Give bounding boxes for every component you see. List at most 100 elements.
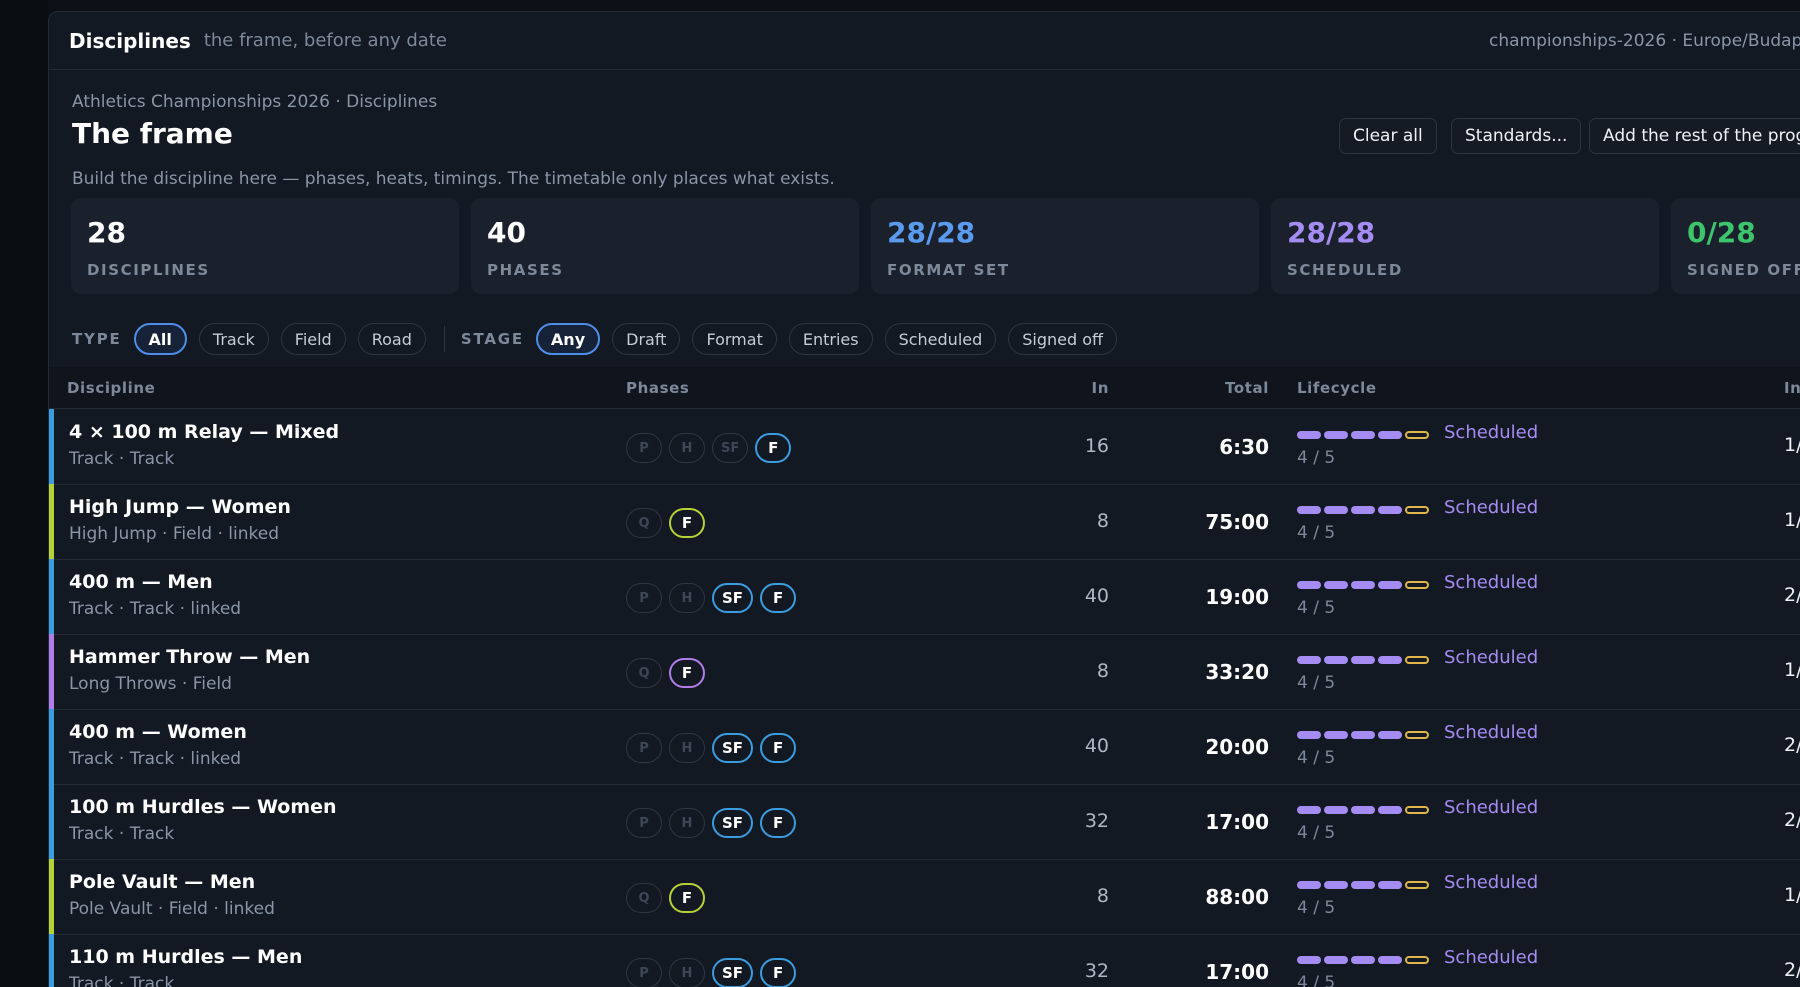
- table-row[interactable]: 110 m Hurdles — Men Track · Track P H SF F 32 1…: [49, 934, 1800, 987]
- phase-badge-f[interactable]: F: [669, 883, 705, 913]
- lifecycle-segment: [1351, 881, 1375, 889]
- lifecycle-segment: [1405, 806, 1429, 814]
- phase-badges: QF: [626, 658, 712, 688]
- phase-badge-q[interactable]: Q: [626, 883, 662, 913]
- filter-chip-stage-draft[interactable]: Draft: [612, 323, 681, 355]
- column-header-lifecycle[interactable]: Lifecycle: [1297, 379, 1377, 397]
- lifecycle-segment: [1378, 731, 1402, 739]
- filter-chip-stage-signed-off[interactable]: Signed off: [1008, 323, 1118, 355]
- lifecycle-fraction: 4 / 5: [1297, 673, 1336, 693]
- filter-chip-stage-any[interactable]: Any: [535, 323, 601, 355]
- phase-badge-f[interactable]: F: [760, 583, 797, 613]
- panel-subtitle: the frame, before any date: [203, 30, 447, 51]
- phase-badge-p[interactable]: P: [626, 958, 662, 987]
- total-duration: 20:00: [1205, 735, 1269, 759]
- table-row[interactable]: High Jump — Women High Jump · Field · lin…: [49, 484, 1800, 560]
- phase-badge-q[interactable]: Q: [626, 658, 662, 688]
- timetable-placement: 2/2 placed: [1784, 734, 1800, 756]
- lifecycle-segment: [1405, 881, 1429, 889]
- discipline-category: Pole Vault · Field · linked: [69, 899, 275, 919]
- filter-chip-type-field[interactable]: Field: [280, 323, 346, 355]
- phase-badge-f[interactable]: F: [760, 808, 797, 838]
- column-header-phases[interactable]: Phases: [626, 379, 689, 397]
- phase-badges: P H SF F: [626, 433, 798, 463]
- phase-badge-f[interactable]: F: [755, 433, 792, 463]
- lifecycle-segment: [1405, 656, 1429, 664]
- phase-badge-h[interactable]: H: [669, 733, 705, 763]
- table-row[interactable]: 100 m Hurdles — Women Track · Track P H SF F 3…: [49, 784, 1800, 860]
- lifecycle-segment: [1324, 731, 1348, 739]
- phase-badge-f[interactable]: F: [669, 508, 705, 538]
- phase-badge-f[interactable]: F: [760, 958, 797, 987]
- lifecycle-segment: [1351, 581, 1375, 589]
- filter-chip-type-road[interactable]: Road: [357, 323, 426, 355]
- table-row[interactable]: Pole Vault — Men Pole Vault · Field · lin…: [49, 859, 1800, 935]
- phase-badge-p[interactable]: P: [626, 733, 662, 763]
- phase-badge-sf[interactable]: SF: [712, 583, 754, 613]
- phase-badges: P H SF F: [626, 733, 803, 763]
- total-duration: 17:00: [1205, 810, 1269, 834]
- phase-badge-h[interactable]: H: [669, 583, 705, 613]
- discipline-category: Track · Track: [69, 449, 175, 469]
- phase-badge-p[interactable]: P: [626, 808, 662, 838]
- filter-chip-stage-scheduled[interactable]: Scheduled: [884, 323, 997, 355]
- table-row[interactable]: 400 m — Women Track · Track · linked P H SF F…: [49, 709, 1800, 785]
- column-header-total[interactable]: Total: [1169, 379, 1269, 397]
- lifecycle-segment: [1405, 731, 1429, 739]
- column-header-discipline[interactable]: Discipline: [67, 379, 155, 397]
- discipline-accent-bar: [49, 784, 54, 860]
- lifecycle-segment: [1351, 731, 1375, 739]
- add-rest-of-programme-button[interactable]: Add the rest of the programme: [1589, 118, 1800, 154]
- discipline-name[interactable]: Pole Vault — Men: [69, 871, 255, 893]
- column-header-in[interactable]: In: [1049, 379, 1109, 397]
- table-row[interactable]: Hammer Throw — Men Long Throws · Field Q F 8…: [49, 634, 1800, 710]
- filter-chip-type-track[interactable]: Track: [198, 323, 269, 355]
- stat-card-phases: 40 PHASES: [471, 198, 859, 294]
- discipline-name[interactable]: 100 m Hurdles — Women: [69, 796, 337, 818]
- phase-badge-p[interactable]: P: [626, 433, 662, 463]
- stat-label: SIGNED OFF: [1687, 261, 1800, 279]
- phase-badge-f[interactable]: F: [760, 733, 797, 763]
- filter-chip-stage-entries[interactable]: Entries: [788, 323, 873, 355]
- lifecycle-progress: [1297, 956, 1432, 964]
- phase-badge-p[interactable]: P: [626, 583, 662, 613]
- phase-badge-sf[interactable]: SF: [712, 958, 754, 987]
- discipline-name[interactable]: Hammer Throw — Men: [69, 646, 310, 668]
- entries-count: 8: [1096, 885, 1109, 907]
- phase-badge-h[interactable]: H: [669, 958, 705, 987]
- clear-all-button[interactable]: Clear all: [1339, 118, 1437, 154]
- phase-badge-h[interactable]: H: [669, 433, 705, 463]
- entries-count: 8: [1096, 660, 1109, 682]
- discipline-name[interactable]: 4 × 100 m Relay — Mixed: [69, 421, 339, 443]
- phase-badge-f[interactable]: F: [669, 658, 705, 688]
- lifecycle-segment: [1351, 956, 1375, 964]
- championship-context: championships-2026 · Europe/Budapest: [1489, 30, 1800, 51]
- filter-chip-type-all[interactable]: All: [133, 323, 187, 355]
- lifecycle-segment: [1405, 431, 1429, 439]
- phase-badge-sf[interactable]: SF: [712, 433, 749, 463]
- phase-badge-sf[interactable]: SF: [712, 808, 754, 838]
- table-row[interactable]: 4 × 100 m Relay — Mixed Track · Track P H SF…: [49, 409, 1800, 485]
- phase-badges: QF: [626, 883, 712, 913]
- total-duration: 19:00: [1205, 585, 1269, 609]
- table-row[interactable]: 400 m — Men Track · Track · linked P H SF F 40…: [49, 559, 1800, 635]
- discipline-name[interactable]: 400 m — Men: [69, 571, 213, 593]
- phase-badges: P H SF F: [626, 583, 803, 613]
- lifecycle-status: Scheduled: [1444, 572, 1539, 593]
- discipline-name[interactable]: High Jump — Women: [69, 496, 291, 518]
- phase-badge-h[interactable]: H: [669, 808, 705, 838]
- discipline-accent-bar: [49, 409, 54, 485]
- discipline-name[interactable]: 400 m — Women: [69, 721, 247, 743]
- phase-badge-q[interactable]: Q: [626, 508, 662, 538]
- standards-button[interactable]: Standards...: [1451, 118, 1582, 154]
- discipline-name[interactable]: 110 m Hurdles — Men: [69, 946, 302, 968]
- lifecycle-segment: [1324, 581, 1348, 589]
- discipline-category: Track · Track · linked: [69, 599, 242, 619]
- phase-badge-sf[interactable]: SF: [712, 733, 754, 763]
- stat-card-format-set: 28/28 FORMAT SET: [871, 198, 1259, 294]
- discipline-category: Track · Track: [69, 974, 175, 987]
- lifecycle-fraction: 4 / 5: [1297, 898, 1336, 918]
- column-header-in-timetable[interactable]: In timetable: [1784, 379, 1800, 397]
- stat-label: SCHEDULED: [1287, 261, 1403, 279]
- filter-chip-stage-format[interactable]: Format: [692, 323, 777, 355]
